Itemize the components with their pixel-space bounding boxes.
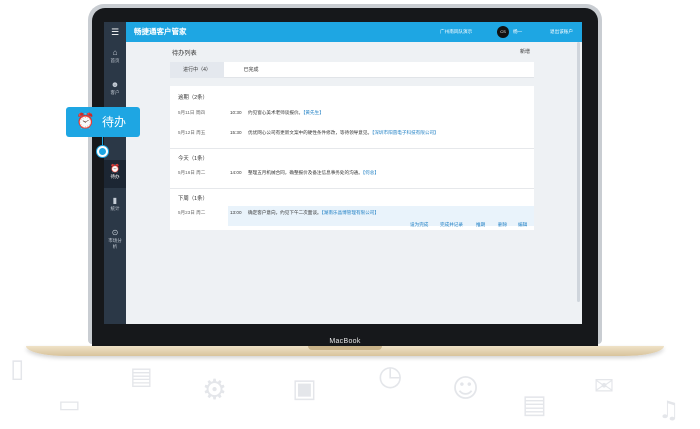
- tab-in-progress[interactable]: 进行中（4）: [170, 62, 224, 78]
- bell-background-icon: ♫: [658, 396, 680, 424]
- mark-done-button[interactable]: 设为完成: [410, 222, 428, 228]
- postpone-button[interactable]: 推期: [476, 222, 485, 228]
- row-date: 5月11日 周四: [178, 110, 205, 115]
- row-tag[interactable]: 【黄先生】: [303, 110, 324, 115]
- callout-dot: [97, 146, 108, 157]
- clock-background-icon: ◷: [378, 359, 403, 392]
- list-item[interactable]: 优优网心公司有更新文案中的硬性条件修改，等待领导意见。【深圳市阳茵电子科技有限公…: [248, 130, 439, 136]
- stage: ▯ ▭ ▤ ⚙ ▣ ◷ ☺ ▤ ✉ ♫ MacBook ☰ 畅捷通客户管家 广州…: [0, 0, 700, 429]
- sidebar-item-stats[interactable]: ▮ 统计: [104, 192, 126, 220]
- document-background-icon: ▤: [130, 362, 153, 390]
- user-icon: ☻: [110, 80, 120, 89]
- top-bar: ☰ 畅捷通客户管家 广州南风队演示 CS 杨一 退出该账户: [104, 22, 582, 42]
- sidebar-item-customers[interactable]: ☻ 客户: [104, 76, 126, 104]
- laptop-background-icon: ▭: [58, 390, 81, 418]
- sidebar-item-todo[interactable]: ⏰ 待办: [104, 160, 126, 188]
- list-background-icon: ▤: [522, 390, 547, 420]
- search-analysis-icon: ⊙: [111, 228, 119, 237]
- scrollbar[interactable]: [577, 42, 580, 302]
- sidebar-item-market-analysis[interactable]: ⊙ 市场分析: [104, 224, 126, 258]
- group-title-today: 今天（1条）: [178, 156, 208, 162]
- delete-button[interactable]: 删除: [498, 222, 507, 228]
- phone-background-icon: ▯: [10, 354, 25, 384]
- todo-list: 逾期（2条） 5月11日 周四 10:30 约见窗心美术老师谈报价。【黄先生】 …: [170, 86, 534, 230]
- logout-link[interactable]: 退出该账户: [550, 22, 573, 42]
- row-text: 优优网心公司有更新文案中的硬性条件修改，等待领导意见。: [248, 130, 373, 135]
- app-screen: ☰ 畅捷通客户管家 广州南风队演示 CS 杨一 退出该账户 ⌂ 首页 ☻ 客户 …: [104, 22, 582, 324]
- row-time: 13:00: [230, 210, 242, 215]
- row-time: 15:30: [230, 130, 242, 135]
- mail-background-icon: ✉: [594, 372, 615, 400]
- add-button[interactable]: 新增: [520, 48, 530, 55]
- divider: [170, 148, 534, 149]
- row-tag[interactable]: 【何总】: [363, 170, 379, 175]
- bar-chart-icon: ▮: [112, 196, 118, 205]
- alarm-clock-icon: ⏰: [76, 113, 95, 130]
- todo-callout: ⏰ 待办: [66, 107, 140, 137]
- group-title-next-week: 下周（1条）: [178, 196, 208, 202]
- sidebar-item-label: 统计: [110, 206, 120, 211]
- sidebar-item-home[interactable]: ⌂ 首页: [104, 44, 126, 72]
- tab-completed[interactable]: 已完成: [224, 62, 278, 78]
- group-title-overdue: 逾期（2条）: [178, 95, 208, 101]
- divider: [170, 188, 534, 189]
- row-tag[interactable]: 【深圳市阳茵电子科技有限公司】: [372, 130, 439, 135]
- sidebar: ⌂ 首页 ☻ 客户 ⏰ 待办 ▮ 统计 ⊙ 市场分析: [104, 42, 126, 324]
- callout-label: 待办: [102, 115, 127, 129]
- org-name[interactable]: 广州南风队演示: [440, 22, 472, 42]
- edit-button[interactable]: 编辑: [518, 222, 527, 228]
- alarm-clock-icon: ⏰: [110, 164, 120, 173]
- row-time: 10:30: [230, 110, 242, 115]
- menu-icon[interactable]: ☰: [104, 22, 126, 42]
- list-item[interactable]: 整理五月机械合同，确整报价及备注信息事务处的沟通。【何总】: [248, 170, 379, 176]
- row-tag[interactable]: 【湖南乐晶博管理有限公司】: [322, 210, 379, 215]
- person-background-icon: ☺: [452, 374, 480, 404]
- list-item[interactable]: 约见窗心美术老师谈报价。【黄先生】: [248, 110, 324, 116]
- row-date: 5月16日 周二: [178, 170, 206, 175]
- avatar[interactable]: CS: [497, 26, 509, 38]
- done-and-log-button[interactable]: 完成并记录: [440, 222, 463, 228]
- row-highlight: [228, 206, 534, 226]
- row-text: 整理五月机械合同，确整报价及备注信息事务处的沟通。: [248, 170, 363, 175]
- row-text: 约见窗心美术老师谈报价。: [248, 110, 304, 115]
- chat-background-icon: ▣: [292, 374, 317, 404]
- gear-background-icon: ⚙: [202, 373, 228, 406]
- row-time: 14:00: [230, 170, 242, 175]
- home-icon: ⌂: [112, 48, 118, 57]
- app-title: 畅捷通客户管家: [134, 27, 187, 36]
- sidebar-item-label: 客户: [110, 90, 120, 95]
- row-date: 5月12日 周五: [178, 130, 206, 135]
- row-date: 5月23日 周二: [178, 210, 206, 215]
- sidebar-item-label: 首页: [110, 58, 120, 63]
- list-item[interactable]: 确定客户意向，约见下午二次面谈。【湖南乐晶博管理有限公司】: [248, 210, 379, 216]
- tab-bar: 进行中（4） 已完成: [170, 62, 534, 78]
- row-text: 确定客户意向，约见下午二次面谈。: [248, 210, 322, 215]
- user-name[interactable]: 杨一: [513, 22, 522, 42]
- sidebar-item-label: 市场分析: [108, 238, 122, 249]
- page-title: 待办列表: [172, 50, 197, 57]
- sidebar-item-label: 待办: [110, 174, 120, 179]
- laptop-notch: [308, 346, 382, 350]
